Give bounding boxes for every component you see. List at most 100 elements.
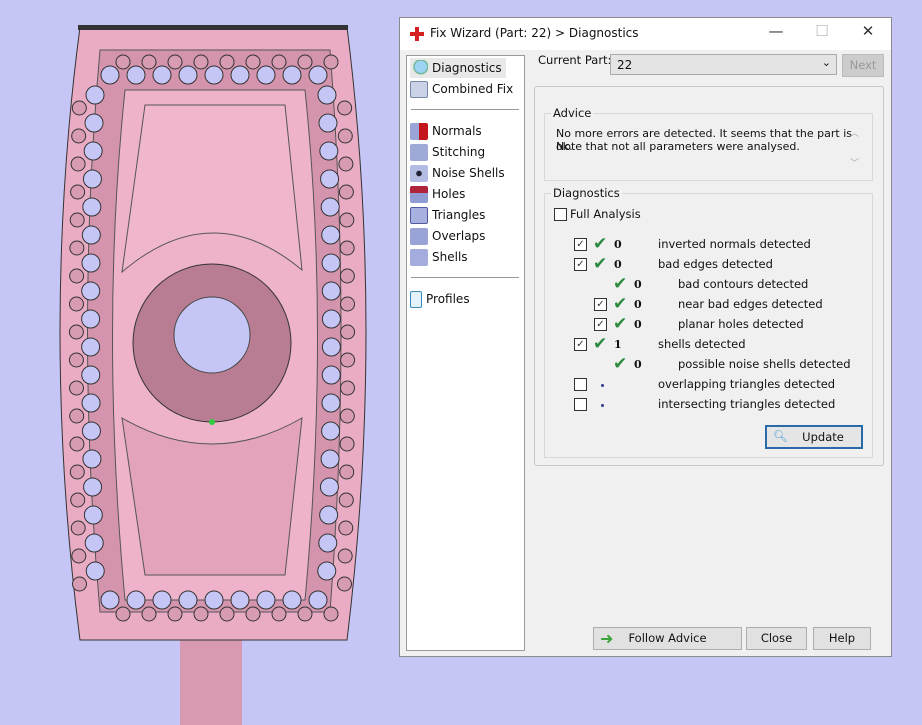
content-panel: Advice No more errors are detected. It s… (534, 86, 884, 466)
bead (219, 606, 235, 622)
row-count: 0 (634, 318, 642, 331)
minimize-button[interactable]: — (761, 22, 791, 40)
advice-title: Advice (551, 106, 594, 120)
combined-fix-icon (410, 80, 428, 98)
current-part-select[interactable]: 22 ⌄ (610, 54, 837, 75)
bead (338, 184, 354, 200)
row-checkbox[interactable] (574, 378, 587, 391)
row-checkbox[interactable]: ✓ (574, 338, 587, 351)
bead-hole (321, 309, 341, 329)
tree-item-label: Noise Shells (432, 166, 505, 180)
bead-hole (320, 197, 340, 217)
tree-item-profiles[interactable]: Profiles (410, 289, 474, 309)
bead-hole (85, 85, 105, 105)
bead-hole (321, 365, 341, 385)
update-label: Update (802, 430, 844, 444)
bead-hole (84, 113, 104, 133)
bead-hole (282, 590, 302, 610)
scroll-down-icon[interactable]: ﹀ (850, 156, 859, 169)
tree-item-noise-shells[interactable]: Noise Shells (410, 163, 509, 183)
bead (167, 54, 183, 70)
help-button[interactable]: Help (813, 627, 871, 650)
row-label: planar holes detected (678, 317, 804, 331)
scroll-up-icon[interactable]: ︿ (850, 126, 859, 139)
bead-hole (256, 65, 276, 85)
tree-item-diagnostics[interactable]: Diagnostics (410, 58, 506, 78)
bead-hole (321, 421, 341, 441)
noise-shells-icon (410, 164, 428, 182)
bead-hole (308, 65, 328, 85)
bead-hole (319, 505, 339, 525)
bead (338, 520, 354, 536)
bead-hole (230, 590, 250, 610)
green-check-icon: ✔ (593, 234, 608, 254)
bead (271, 54, 287, 70)
row-count: 0 (634, 278, 642, 291)
title-bar: Fix Wizard (Part: 22) > Diagnostics — ☐ … (400, 18, 891, 50)
bead (70, 156, 86, 172)
bead (337, 100, 353, 116)
follow-advice-button[interactable]: ➜ Follow Advice (593, 627, 742, 650)
row-checkbox[interactable]: ✓ (594, 298, 607, 311)
navigation-tree: Diagnostics Combined Fix Normals Stitchi… (406, 55, 525, 651)
bead (69, 212, 85, 228)
bead (70, 492, 86, 508)
bead (69, 408, 85, 424)
bead-hole (100, 65, 120, 85)
bead (339, 212, 355, 228)
tree-item-normals[interactable]: Normals (410, 121, 486, 141)
tree-item-triangles[interactable]: Triangles (410, 205, 489, 225)
next-button[interactable]: Next (842, 54, 884, 77)
bead (339, 380, 355, 396)
bead (337, 128, 353, 144)
bead-hole (321, 253, 341, 273)
row-label: intersecting triangles detected (658, 397, 836, 411)
current-part-label: Current Part: (538, 53, 612, 67)
green-check-icon: ✔ (593, 254, 608, 274)
tree-item-holes[interactable]: Holes (410, 184, 469, 204)
close-button[interactable]: Close (746, 627, 807, 650)
bead-hole (83, 505, 103, 525)
row-checkbox[interactable] (574, 398, 587, 411)
dialog-title: Fix Wizard (Part: 22) > Diagnostics (430, 26, 639, 40)
row-checkbox[interactable]: ✓ (574, 238, 587, 251)
tree-item-overlaps[interactable]: Overlaps (410, 226, 489, 246)
row-checkbox[interactable]: ✓ (594, 318, 607, 331)
tree-item-label: Combined Fix (432, 82, 514, 96)
3d-viewport[interactable] (0, 0, 400, 725)
holes-icon (410, 185, 428, 203)
bead (338, 156, 354, 172)
bead-hole (83, 141, 103, 161)
fix-wizard-dialog: Fix Wizard (Part: 22) > Diagnostics — ☐ … (399, 17, 892, 657)
bead-hole (230, 65, 250, 85)
full-analysis-label: Full Analysis (570, 207, 641, 221)
tree-item-label: Holes (432, 187, 466, 201)
bead (167, 606, 183, 622)
tree-item-combined-fix[interactable]: Combined Fix (410, 79, 517, 99)
update-button[interactable]: 🔍︎ Update (765, 425, 863, 449)
tree-separator (411, 109, 519, 110)
row-checkbox[interactable]: ✓ (574, 258, 587, 271)
bead (69, 380, 85, 396)
close-window-button[interactable]: ✕ (853, 22, 883, 40)
bead-hole (319, 477, 339, 497)
shells-icon (410, 248, 428, 266)
bead (219, 54, 235, 70)
bead-hole (321, 281, 341, 301)
selection-point[interactable] (209, 419, 215, 425)
row-count: 0 (614, 238, 622, 251)
bead-hole (320, 449, 340, 469)
bead (245, 54, 261, 70)
bead (68, 296, 84, 312)
maximize-button[interactable]: ☐ (807, 22, 837, 40)
bead-hole (81, 365, 101, 385)
bead-hole (282, 65, 302, 85)
tree-item-shells[interactable]: Shells (410, 247, 472, 267)
bead (340, 352, 356, 368)
part-top-edge (78, 25, 348, 30)
full-analysis-checkbox[interactable] (554, 208, 567, 221)
green-check-icon: ✔ (613, 354, 628, 374)
row-count: 0 (634, 298, 642, 311)
tree-item-stitching[interactable]: Stitching (410, 142, 489, 162)
normals-icon (410, 122, 428, 140)
